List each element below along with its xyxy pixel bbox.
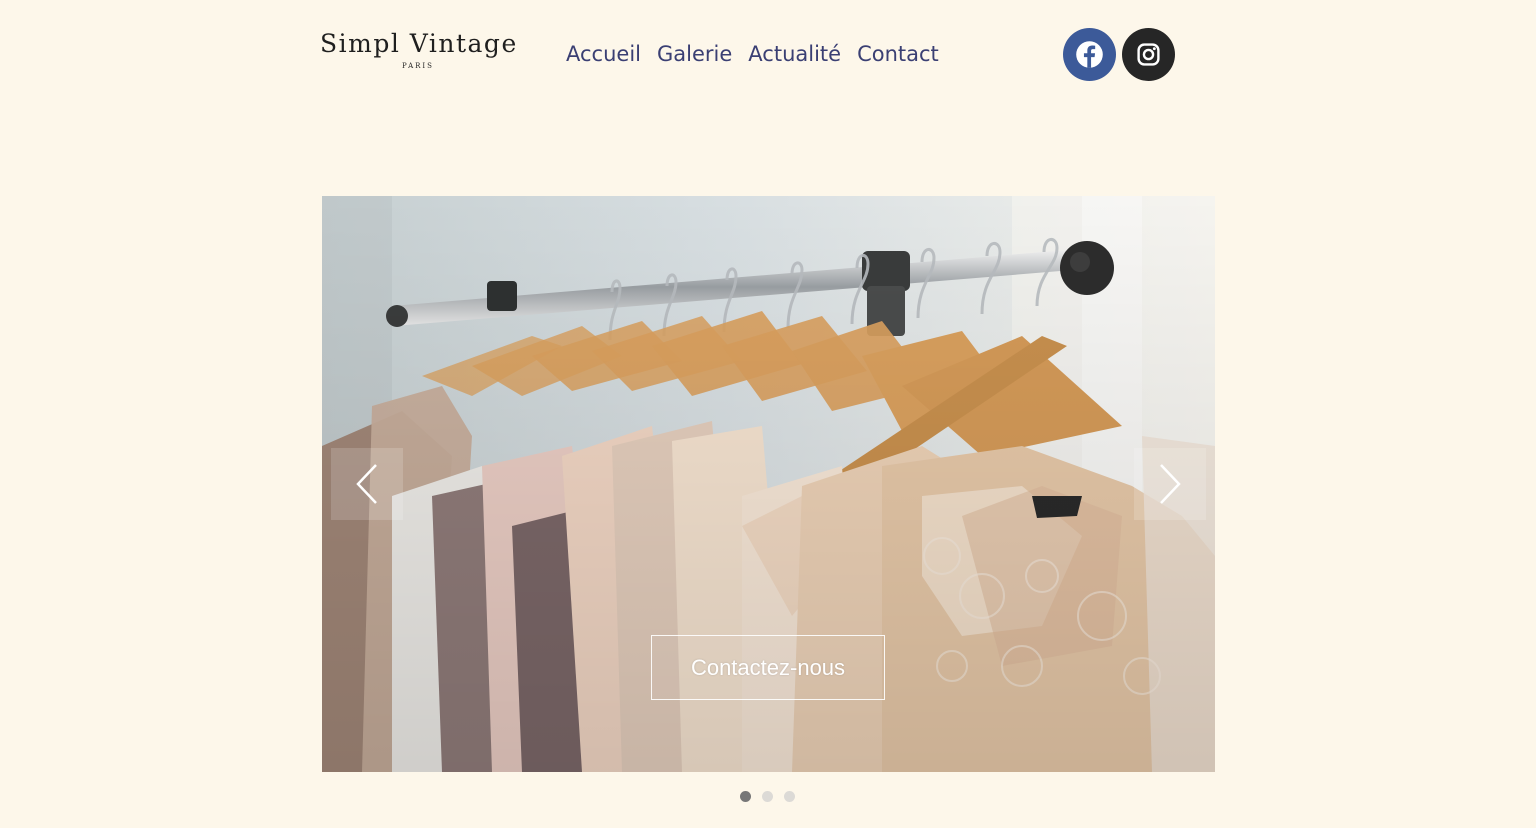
logo-title: Simpl Vintage <box>320 29 518 58</box>
slider-pagination <box>740 791 795 802</box>
facebook-button[interactable] <box>1063 28 1116 81</box>
facebook-icon <box>1076 41 1103 68</box>
nav-item-galerie[interactable]: Galerie <box>657 38 732 70</box>
hero-slider: Contactez-nous <box>322 196 1215 772</box>
contact-us-button[interactable]: Contactez-nous <box>651 635 885 700</box>
slider-dot-3[interactable] <box>784 791 795 802</box>
site-header: Simpl Vintage PARIS Accueil Galerie Actu… <box>0 0 1536 110</box>
slider-next-button[interactable] <box>1134 448 1206 520</box>
logo-subtitle: PARIS <box>402 62 434 70</box>
nav-item-actualite[interactable]: Actualité <box>748 38 841 70</box>
chevron-left-icon <box>356 464 377 504</box>
nav-item-contact[interactable]: Contact <box>857 38 939 70</box>
chevron-right-icon <box>1160 464 1181 504</box>
main-nav: Accueil Galerie Actualité Contact <box>566 38 939 70</box>
instagram-icon <box>1137 43 1160 66</box>
slider-dot-2[interactable] <box>762 791 773 802</box>
slider-dot-1[interactable] <box>740 791 751 802</box>
site-logo[interactable]: Simpl Vintage PARIS <box>320 28 516 71</box>
instagram-button[interactable] <box>1122 28 1175 81</box>
nav-item-accueil[interactable]: Accueil <box>566 38 641 70</box>
slider-prev-button[interactable] <box>331 448 403 520</box>
